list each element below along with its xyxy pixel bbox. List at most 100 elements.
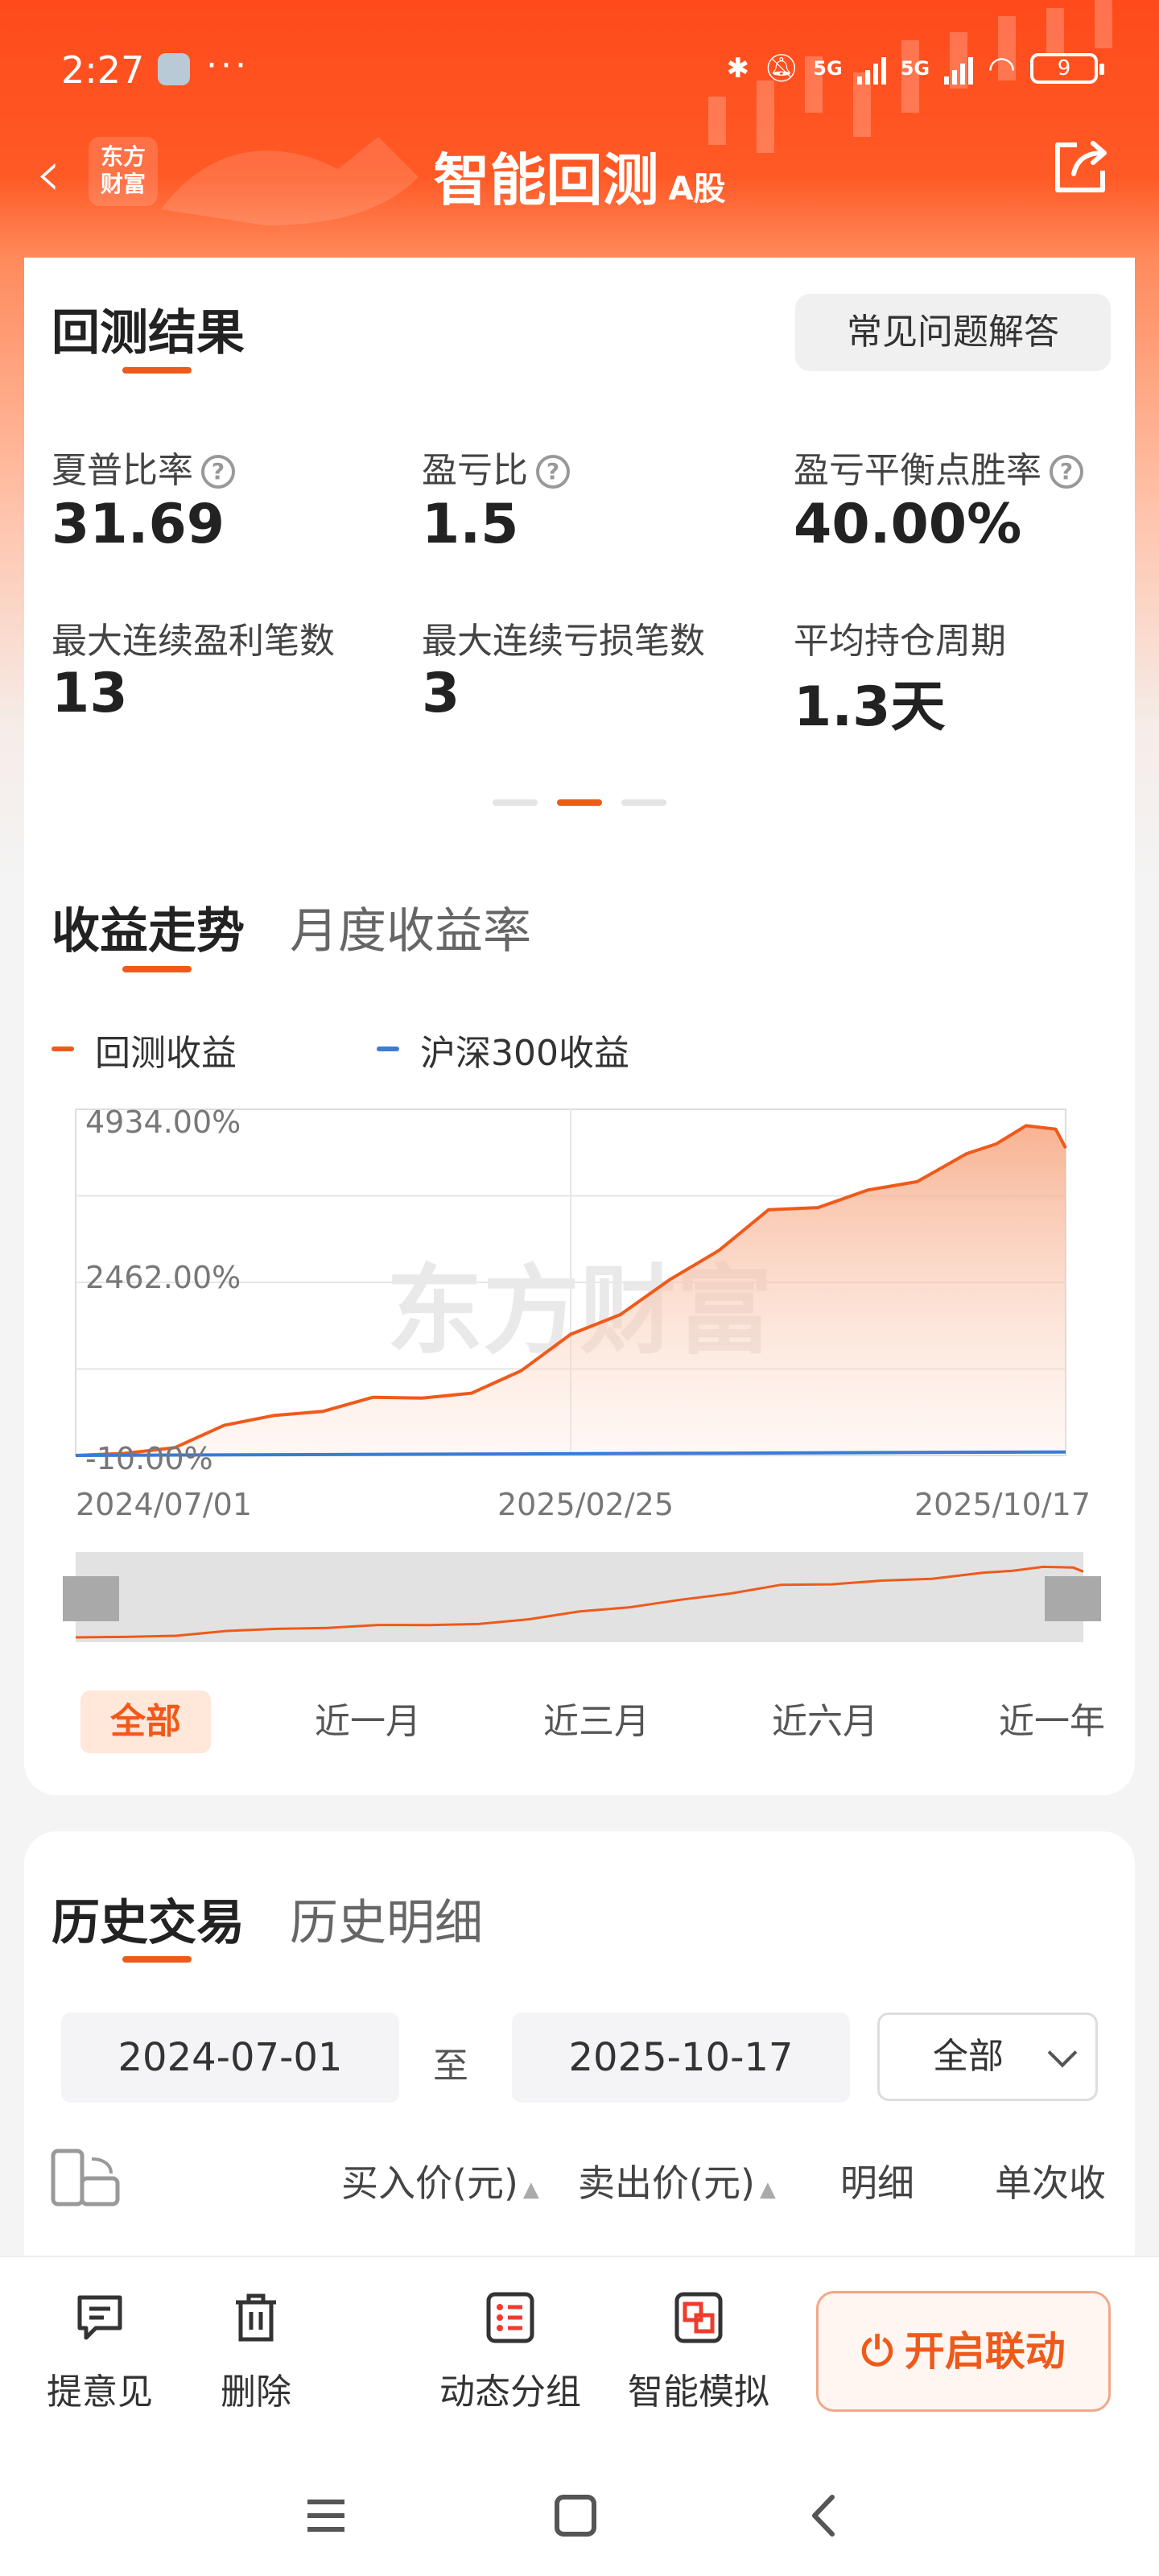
trade-filter-select[interactable]: 全部: [877, 2013, 1098, 2101]
metric-label-text: 平均持仓周期: [794, 621, 1006, 662]
range-button-1[interactable]: 近一月: [303, 1690, 433, 1753]
help-circle-icon[interactable]: ?: [201, 455, 235, 489]
pager-dot-active: [557, 799, 602, 806]
feedback-label: 提意见: [47, 2372, 153, 2413]
status-more-dots: ···: [206, 45, 250, 86]
tab-trend-underline: [122, 966, 192, 972]
status-time: 2:27: [61, 48, 145, 92]
metric-label-text: 盈亏比: [422, 450, 528, 491]
metric-value: 1.5: [422, 493, 519, 556]
metric-label: 平均持仓周期: [794, 612, 1006, 663]
range-handle-right[interactable]: [1045, 1576, 1101, 1621]
range-button-3[interactable]: 近六月: [760, 1690, 890, 1753]
y-label-top: 4934.00%: [85, 1104, 241, 1140]
legend-backtest: 回测收益: [95, 1033, 237, 1074]
back-icon[interactable]: [797, 2487, 853, 2544]
range-slider-track[interactable]: [75, 1552, 1084, 1642]
date-to-field[interactable]: 2025-10-17: [512, 2013, 850, 2103]
wifi-icon: ◠: [988, 50, 1016, 87]
help-circle-icon[interactable]: ?: [1050, 455, 1083, 489]
battery-icon: 9: [1030, 53, 1104, 84]
home-icon[interactable]: [547, 2487, 604, 2544]
metric-value: 31.69: [52, 493, 225, 556]
range-button-4[interactable]: 近一年: [987, 1690, 1117, 1753]
metric-label-text: 夏普比率: [52, 450, 193, 491]
signal-icon-2: [944, 52, 974, 85]
mini-backtest-line: [75, 1565, 1084, 1639]
range-handle-left[interactable]: [63, 1576, 119, 1621]
page-title: 智能回测 A股: [0, 135, 1159, 217]
metric-label-text: 盈亏平衡点胜率: [794, 450, 1041, 491]
range-button-0[interactable]: 全部: [80, 1690, 211, 1753]
delete-label: 删除: [221, 2372, 291, 2413]
feedback-button[interactable]: 提意见: [47, 2291, 153, 2414]
tab-history-detail[interactable]: 历史明细: [290, 1884, 483, 1954]
faq-button[interactable]: 常见问题解答: [795, 294, 1111, 371]
col-buy-price[interactable]: 买入价(元) ▲: [341, 2154, 539, 2207]
signal-icon: [856, 52, 886, 85]
y-label-mid: 2462.00%: [85, 1260, 241, 1295]
pager-dot: [621, 799, 666, 806]
status-bar: 2:27 ··· ✱ 🔕︎ 5G 5G ◠ 9: [0, 32, 1159, 113]
bluetooth-icon: ✱: [726, 52, 750, 85]
y-label-bottom: -10.00%: [85, 1441, 213, 1476]
mini-chart: [75, 1565, 1084, 1639]
dynamic-group-label: 动态分组: [439, 2372, 581, 2413]
tab-history-trades[interactable]: 历史交易: [52, 1884, 245, 1954]
pager-dot: [493, 799, 538, 806]
metric-label-text: 最大连续亏损笔数: [422, 621, 705, 662]
tab-trend[interactable]: 收益走势: [52, 892, 245, 962]
trade-filter-value: 全部: [933, 2036, 1004, 2077]
x-label-start: 2024/07/01: [76, 1487, 253, 1522]
metric-value: 3: [422, 662, 460, 725]
trash-icon: [236, 2293, 276, 2342]
date-from-field[interactable]: 2024-07-01: [61, 2013, 399, 2103]
metric-value: 1.3天: [794, 675, 946, 739]
return-chart[interactable]: 东方财富 4934.00% 2462.00% -10.00%: [72, 1103, 1087, 1481]
tab-monthly-return[interactable]: 月度收益率: [290, 892, 531, 962]
bottom-toolbar: 提意见 删除 动态分组 智能模拟 ⏻ 开启联动: [0, 2256, 1159, 2447]
x-label-end: 2025/10/17: [914, 1487, 1091, 1522]
power-icon: ⏻: [861, 2328, 893, 2375]
metric-value: 40.00%: [794, 493, 1022, 556]
list-group-icon: [486, 2292, 534, 2343]
market-tag: A股: [668, 171, 726, 208]
date-separator: 至: [433, 2046, 468, 2087]
chevron-down-icon: [1047, 2037, 1078, 2068]
network-label-a: 5G: [813, 57, 843, 80]
metric-label: 盈亏比?: [422, 441, 570, 493]
enable-link-label: 开启联动: [904, 2328, 1066, 2375]
network-label-b: 5G: [900, 57, 930, 80]
feedback-icon: [77, 2295, 122, 2340]
legend-hs300-swatch: [377, 1046, 399, 1051]
share-icon[interactable]: [1046, 134, 1114, 201]
metric-label: 盈亏平衡点胜率?: [794, 441, 1083, 493]
system-nav-bar: [0, 2447, 1159, 2576]
smart-simulate-label: 智能模拟: [628, 2372, 769, 2413]
enable-link-button[interactable]: ⏻ 开启联动: [816, 2291, 1111, 2412]
result-title-underline: [122, 367, 192, 374]
col-detail: 明细: [840, 2161, 914, 2205]
simulate-icon: [674, 2292, 723, 2343]
col-sell-price-label: 卖出价(元): [578, 2161, 755, 2205]
legend-hs300: 沪深300收益: [420, 1033, 629, 1074]
page-title-text: 智能回测: [433, 147, 659, 213]
menu-icon[interactable]: [298, 2487, 354, 2544]
range-button-2[interactable]: 近三月: [531, 1690, 662, 1753]
dynamic-group-button[interactable]: 动态分组: [439, 2291, 581, 2414]
col-buy-price-label: 买入价(元): [341, 2161, 518, 2205]
col-sell-price[interactable]: 卖出价(元) ▲: [578, 2154, 776, 2207]
rotate-screen-icon[interactable]: [48, 2146, 122, 2211]
result-title: 回测结果: [52, 305, 245, 361]
nav-bar: ‹ 东方 财富 智能回测 A股: [0, 121, 1159, 242]
metric-label-text: 最大连续盈利笔数: [52, 621, 335, 662]
legend-backtest-swatch: [52, 1046, 74, 1051]
delete-button[interactable]: 删除: [221, 2291, 291, 2414]
sort-icon: ▲: [522, 2178, 539, 2202]
col-single-return: 单次收: [995, 2161, 1106, 2205]
smart-simulate-button[interactable]: 智能模拟: [628, 2291, 769, 2414]
help-circle-icon[interactable]: ?: [536, 455, 570, 489]
metric-label: 最大连续盈利笔数: [52, 612, 335, 663]
x-label-mid: 2025/02/25: [497, 1487, 674, 1522]
metric-value: 13: [52, 662, 128, 725]
